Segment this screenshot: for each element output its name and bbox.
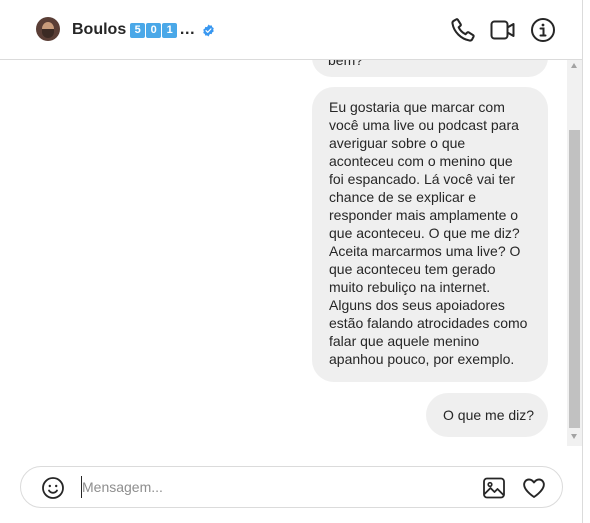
verified-badge-icon — [203, 24, 214, 36]
emoji-icon[interactable] — [41, 476, 65, 500]
scroll-up-arrow-icon[interactable] — [571, 63, 577, 68]
keycap-digit: 1 — [162, 22, 178, 38]
name-truncation: … — [179, 21, 196, 38]
contact-name[interactable]: Boulos 5 0 1 … — [72, 19, 215, 41]
pane-divider — [582, 0, 583, 523]
contact-name-emoji-digits: 5 0 1 — [130, 22, 178, 38]
message-bubble: O que me diz? — [426, 393, 548, 437]
message-bubble: Eu gostaria que marcar com você uma live… — [312, 87, 548, 382]
image-icon[interactable] — [482, 476, 506, 500]
phone-icon[interactable] — [450, 17, 476, 43]
avatar-beard — [42, 29, 54, 38]
avatar[interactable] — [36, 17, 60, 41]
video-camera-icon[interactable] — [490, 17, 516, 43]
message-input[interactable] — [81, 476, 461, 498]
keycap-digit: 5 — [130, 22, 146, 38]
conversation-header: Boulos 5 0 1 … — [0, 0, 582, 60]
scroll-down-arrow-icon[interactable] — [571, 434, 577, 439]
contact-name-text: Boulos — [72, 21, 127, 38]
message-composer — [20, 466, 563, 508]
scrollbar-thumb[interactable] — [569, 130, 580, 428]
heart-icon[interactable] — [522, 476, 546, 500]
info-icon[interactable] — [530, 17, 556, 43]
keycap-digit: 0 — [146, 22, 162, 38]
